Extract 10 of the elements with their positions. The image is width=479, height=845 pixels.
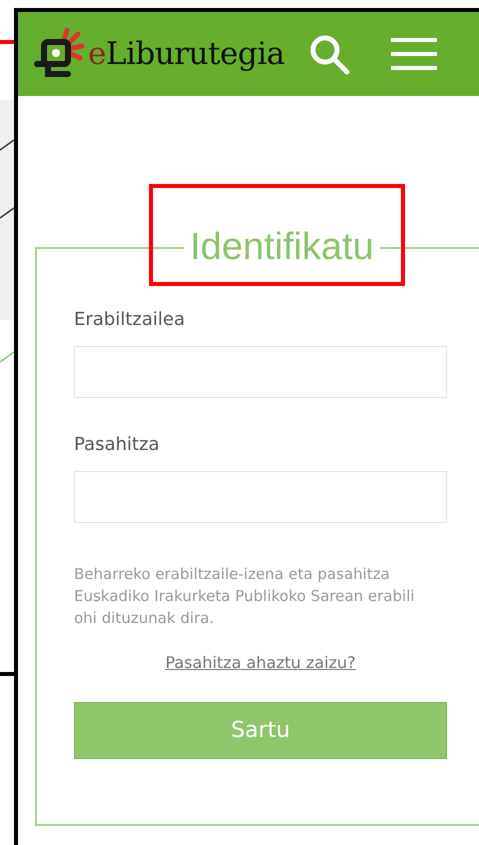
brand-name[interactable]: eLiburutegia: [88, 36, 284, 72]
login-hint: Beharreko erabiltzaile-izena eta pasahitza Euskadiko Irakurketa Publikoko Sarean erabili ohi dituzunak dira.: [74, 564, 416, 629]
login-title: Identifikatu: [189, 226, 375, 269]
input-field[interactable]: [74, 346, 447, 398]
field-label: Pasahitza: [74, 434, 160, 455]
input-field[interactable]: [74, 471, 447, 523]
forgot-password-link[interactable]: Pasahitza ahaztu zaizu?: [74, 653, 447, 672]
field-label: Erabiltzailea: [74, 309, 186, 330]
logo-icon[interactable]: [34, 28, 86, 80]
menu-icon[interactable]: [390, 36, 436, 72]
